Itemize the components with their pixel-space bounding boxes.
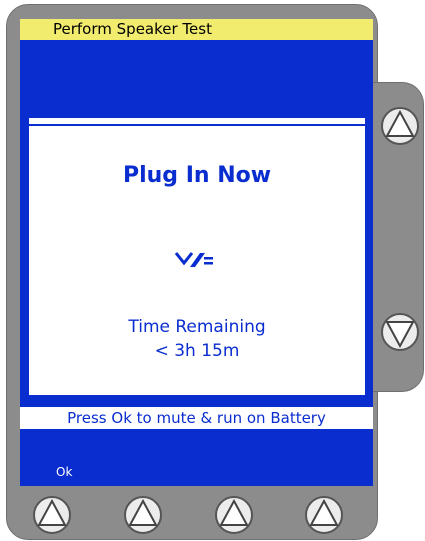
side-button-up[interactable] xyxy=(380,106,420,146)
info-message: Press Ok to mute & run on Battery xyxy=(20,407,373,429)
dialog-divider xyxy=(29,124,365,126)
softkey-button-1[interactable] xyxy=(32,495,72,535)
softkey-label-ok: Ok xyxy=(56,465,73,479)
dialog-heading: Plug In Now xyxy=(122,163,272,188)
time-remaining-label: Time Remaining xyxy=(128,317,266,337)
plug-icon xyxy=(174,252,213,267)
time-remaining-value: < 3h 15m xyxy=(154,341,240,361)
softkey-button-3[interactable] xyxy=(214,495,254,535)
side-button-down[interactable] xyxy=(380,312,420,352)
plug-in-dialog: Plug In Now Time Remaining < 3h 15m xyxy=(28,117,366,396)
softkey-button-2[interactable] xyxy=(123,495,163,535)
screen-title: Perform Speaker Test xyxy=(20,19,373,40)
softkey-button-4[interactable] xyxy=(304,495,344,535)
